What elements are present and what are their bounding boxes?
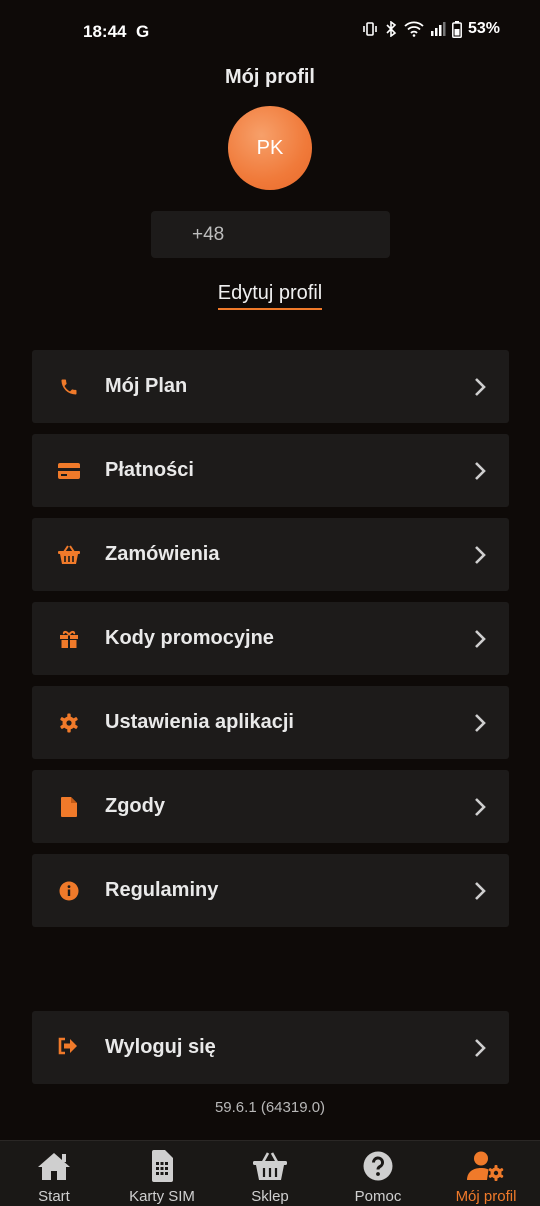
phone-number-field: +48 [151, 211, 390, 258]
nav-item-help[interactable]: Pomoc [324, 1141, 432, 1206]
nav-item-start[interactable]: Start [0, 1141, 108, 1206]
menu-item-label: Ustawienia aplikacji [105, 711, 294, 733]
battery-percent: 53% [467, 20, 500, 37]
gift-icon [58, 628, 80, 650]
menu-item-label: Zgody [105, 795, 165, 817]
menu-item-orders[interactable]: Zamówienia [32, 518, 509, 591]
logout-icon [58, 1037, 80, 1059]
menu-item-app-settings[interactable]: Ustawienia aplikacji [32, 686, 509, 759]
nav-label: Mój profil [455, 1188, 517, 1205]
nav-item-shop[interactable]: Sklep [216, 1141, 324, 1206]
battery-icon [452, 20, 462, 38]
signal-icon [430, 22, 446, 36]
chevron-right-icon [475, 714, 486, 732]
logout-button[interactable]: Wyloguj się [32, 1011, 509, 1084]
home-icon [0, 1149, 108, 1183]
nav-item-my-profile[interactable]: Mój profil [432, 1141, 540, 1206]
nav-item-sim-cards[interactable]: Karty SIM [108, 1141, 216, 1206]
menu-item-consents[interactable]: Zgody [32, 770, 509, 843]
basket-icon [58, 544, 80, 566]
gear-icon [58, 712, 80, 734]
menu-item-my-plan[interactable]: Mój Plan [32, 350, 509, 423]
menu-item-label: Płatności [105, 459, 194, 481]
edit-profile-link[interactable]: Edytuj profil [217, 282, 323, 310]
screen: 18:44 G 53% Mój profil PK +48 Edytuj pro… [0, 0, 540, 1206]
app-version: 59.6.1 (64319.0) [214, 1099, 326, 1116]
vibrate-icon [363, 22, 377, 36]
sim-card-icon [108, 1149, 216, 1183]
menu-item-terms[interactable]: Regulaminy [32, 854, 509, 927]
nav-label: Pomoc [354, 1188, 402, 1205]
credit-card-icon [58, 460, 80, 482]
menu-item-label: Kody promocyjne [105, 627, 274, 649]
edit-profile-container: Edytuj profil [0, 282, 540, 310]
phone-icon [58, 376, 80, 398]
profile-menu: Mój Plan Płatności Zamówienia Kody promo… [32, 350, 509, 938]
user-gear-icon [432, 1149, 540, 1183]
chevron-right-icon [475, 630, 486, 648]
menu-item-label: Zamówienia [105, 543, 220, 565]
status-icons: 53% [362, 20, 500, 38]
chevron-right-icon [475, 546, 486, 564]
bluetooth-icon [386, 21, 397, 37]
nav-label: Start [38, 1188, 70, 1205]
nav-label: Karty SIM [129, 1188, 195, 1205]
logout-label: Wyloguj się [105, 1036, 216, 1058]
avatar-initials: PK [256, 136, 284, 159]
chevron-right-icon [475, 462, 486, 480]
menu-item-payments[interactable]: Płatności [32, 434, 509, 507]
nav-label: Sklep [251, 1188, 289, 1205]
page-title: Mój profil [225, 66, 315, 88]
chevron-right-icon [475, 882, 486, 900]
bottom-navigation: Start Karty SIM Sklep Pomoc Mój profil [0, 1140, 540, 1206]
wifi-icon [404, 21, 424, 37]
chevron-right-icon [475, 1039, 486, 1057]
menu-item-label: Mój Plan [105, 375, 188, 397]
google-icon: G [136, 22, 150, 41]
status-bar: 18:44 G 53% [0, 0, 540, 64]
info-icon [58, 880, 80, 902]
menu-item-label: Regulaminy [105, 879, 219, 901]
status-time: 18:44 [83, 22, 127, 41]
basket-icon [216, 1149, 324, 1183]
help-icon [324, 1149, 432, 1183]
chevron-right-icon [475, 798, 486, 816]
document-icon [58, 796, 80, 818]
chevron-right-icon [475, 378, 486, 396]
avatar[interactable]: PK [228, 106, 312, 190]
menu-item-promo-codes[interactable]: Kody promocyjne [32, 602, 509, 675]
